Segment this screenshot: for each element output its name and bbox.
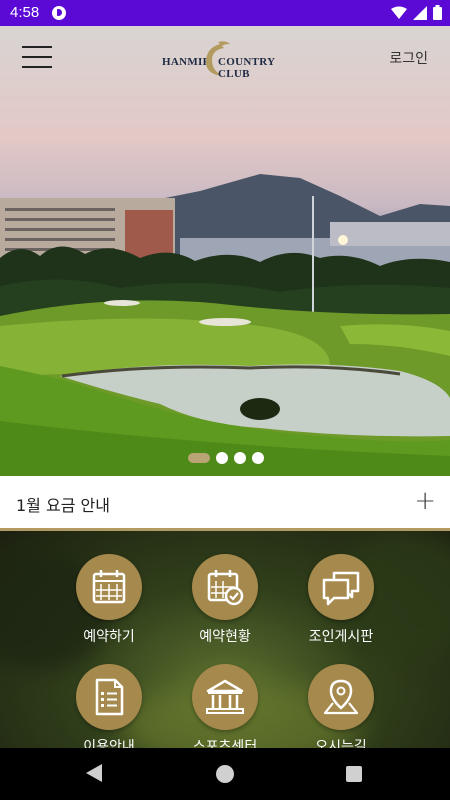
- menu-item-reservation[interactable]: 예약하기: [59, 554, 159, 646]
- recent-apps-icon[interactable]: [346, 766, 362, 782]
- slide-indicator: [188, 452, 264, 464]
- map-pin-icon: [323, 679, 359, 715]
- hamburger-menu-icon[interactable]: [22, 46, 52, 70]
- wifi-icon: [391, 6, 407, 19]
- menu-label: 예약현황: [199, 629, 251, 645]
- expand-plus-icon[interactable]: +: [414, 486, 436, 516]
- hero-banner[interactable]: [0, 26, 450, 476]
- status-bar: 4:58: [0, 0, 450, 26]
- app-header: HANMIR COUNTRY CLUB 로그인: [0, 26, 450, 88]
- document-list-icon: [95, 678, 124, 716]
- calendar-check-icon: [207, 570, 244, 606]
- slide-dot[interactable]: [252, 452, 264, 464]
- logo-text-right: COUNTRY CLUB: [218, 56, 275, 80]
- menu-label: 조인게시판: [308, 629, 374, 645]
- club-logo[interactable]: HANMIR COUNTRY CLUB: [160, 40, 300, 80]
- menu-item-usage-guide[interactable]: 이용안내: [59, 664, 159, 748]
- menu-item-join-board[interactable]: 조인게시판: [291, 554, 391, 646]
- system-nav-bar: [0, 748, 450, 800]
- menu-label: 스포츠센터: [192, 739, 258, 748]
- battery-icon: [433, 5, 442, 20]
- menu-item-sports-center[interactable]: 스포츠센터: [175, 664, 275, 748]
- fee-notice-bar[interactable]: 1월 요금 안내 +: [0, 476, 450, 531]
- golf-course-image: [0, 174, 450, 476]
- back-icon[interactable]: [86, 764, 102, 782]
- quick-menu-grid: 예약하기 예약현황 조인게시판 이용안내 스포츠센터 오시는길: [0, 531, 450, 748]
- menu-label: 오시는길: [315, 739, 367, 748]
- login-link[interactable]: 로그인: [389, 48, 428, 68]
- slide-dot-active[interactable]: [188, 453, 210, 463]
- home-icon[interactable]: [216, 765, 234, 783]
- notice-title: 1월 요금 안내: [16, 496, 110, 515]
- app-notification-icon: [52, 6, 66, 20]
- status-time: 4:58: [10, 4, 40, 21]
- slide-dot[interactable]: [234, 452, 246, 464]
- menu-item-reservation-status[interactable]: 예약현황: [175, 554, 275, 646]
- calendar-icon: [92, 570, 126, 604]
- signal-icon: [413, 5, 427, 20]
- building-icon: [206, 679, 244, 714]
- status-icons: [391, 5, 442, 20]
- chat-bubbles-icon: [322, 571, 360, 606]
- menu-item-directions[interactable]: 오시는길: [291, 664, 391, 748]
- menu-label: 이용안내: [83, 739, 135, 748]
- menu-label: 예약하기: [83, 629, 135, 645]
- slide-dot[interactable]: [216, 452, 228, 464]
